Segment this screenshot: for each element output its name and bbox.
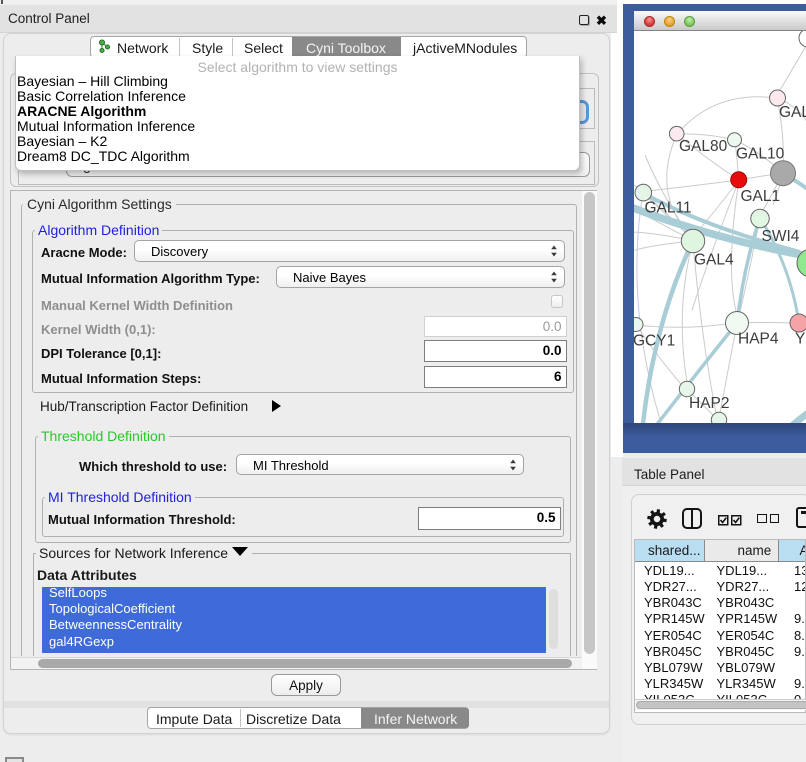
svg-text:GAL4: GAL4 xyxy=(694,252,734,269)
svg-text:HAP2: HAP2 xyxy=(689,395,730,412)
svg-text:GAL1: GAL1 xyxy=(741,188,781,205)
svg-text:SWI4: SWI4 xyxy=(762,228,800,245)
svg-text:GCY1: GCY1 xyxy=(634,333,675,350)
svg-text:GAL10: GAL10 xyxy=(736,146,785,163)
svg-text:Y: Y xyxy=(795,331,805,348)
svg-text:GAL: GAL xyxy=(779,104,806,121)
svg-text:HAP4: HAP4 xyxy=(738,331,779,348)
svg-text:GAL80: GAL80 xyxy=(679,138,728,155)
svg-text:GAL11: GAL11 xyxy=(645,200,692,217)
